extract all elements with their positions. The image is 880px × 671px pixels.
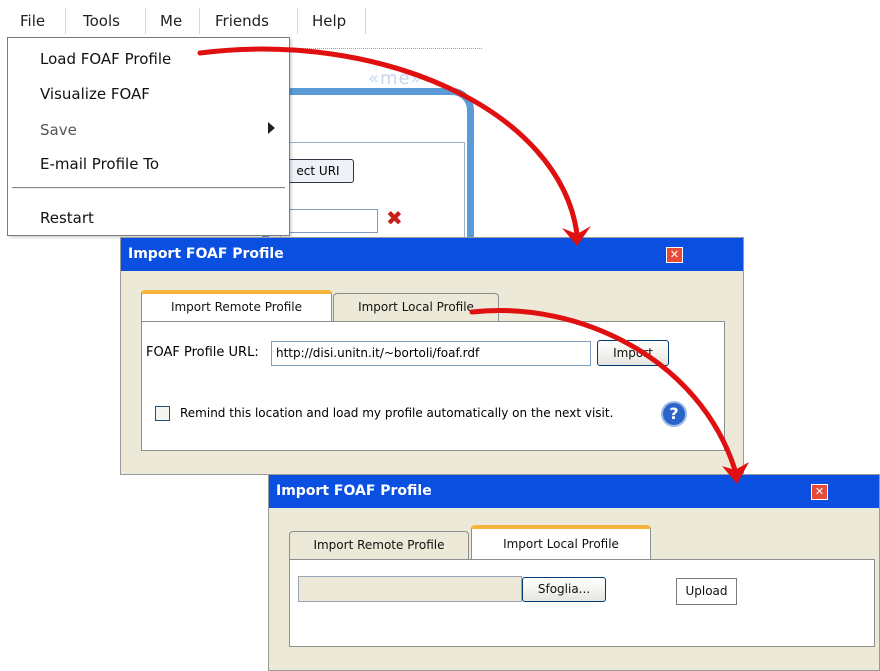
remember-checkbox[interactable] (155, 406, 170, 421)
menu-separator (297, 8, 298, 34)
dialog-titlebar[interactable]: Import FOAF Profile (121, 238, 743, 271)
menu-item-email-profile[interactable]: E-mail Profile To (40, 154, 159, 174)
tab-import-remote-profile[interactable]: Import Remote Profile (289, 531, 469, 560)
menu-file[interactable]: File (10, 10, 55, 36)
browse-button[interactable]: Sfoglia... (522, 577, 606, 602)
import-foaf-dialog-local: Import FOAF Profile ✕ Import Remote Prof… (268, 474, 880, 671)
submenu-arrow-icon (268, 122, 275, 134)
menu-separator (145, 8, 146, 34)
import-button[interactable]: Import (597, 340, 669, 366)
menu-separator (365, 8, 366, 34)
menu-item-save[interactable]: Save (40, 120, 77, 140)
foaf-url-input[interactable]: http://disi.unitn.it/~bortoli/foaf.rdf (271, 341, 591, 366)
import-foaf-dialog-remote: Import FOAF Profile ✕ Import Remote Prof… (120, 237, 744, 475)
remove-icon[interactable]: ✖ (386, 206, 403, 230)
menu-friends[interactable]: Friends (205, 10, 279, 36)
url-label: FOAF Profile URL: (146, 345, 259, 360)
close-icon[interactable]: ✕ (811, 484, 828, 500)
menu-item-restart[interactable]: Restart (40, 208, 94, 228)
menu-separator (199, 8, 200, 34)
close-icon[interactable]: ✕ (666, 247, 683, 263)
file-path-input[interactable] (298, 576, 522, 602)
dialog-titlebar[interactable]: Import FOAF Profile (269, 475, 879, 508)
menu-tools[interactable]: Tools (73, 10, 130, 36)
panel-title: «me» (368, 68, 423, 89)
file-menu: Load FOAF Profile Visualize FOAF Save E-… (7, 37, 290, 236)
tab-import-remote-profile[interactable]: Import Remote Profile (141, 290, 332, 322)
header-divider (290, 48, 482, 49)
remember-label: Remind this location and load my profile… (180, 406, 614, 420)
tab-panel (289, 559, 875, 647)
dialog-title: Import FOAF Profile (128, 246, 284, 262)
menubar: File Tools Me Friends Help (0, 0, 380, 38)
select-uri-button[interactable]: ect URI (282, 159, 354, 183)
uri-field[interactable] (282, 209, 378, 233)
menu-item-load-foaf-profile[interactable]: Load FOAF Profile (40, 49, 171, 69)
upload-button[interactable]: Upload (676, 578, 737, 605)
menu-me[interactable]: Me (150, 10, 192, 36)
menu-item-visualize-foaf[interactable]: Visualize FOAF (40, 84, 150, 104)
menu-separator (65, 8, 66, 34)
dialog-title: Import FOAF Profile (276, 483, 432, 499)
tab-import-local-profile[interactable]: Import Local Profile (333, 293, 499, 322)
help-icon[interactable]: ? (661, 401, 687, 427)
menu-separator (12, 187, 285, 189)
tab-import-local-profile[interactable]: Import Local Profile (471, 525, 651, 560)
menu-help[interactable]: Help (302, 10, 356, 36)
